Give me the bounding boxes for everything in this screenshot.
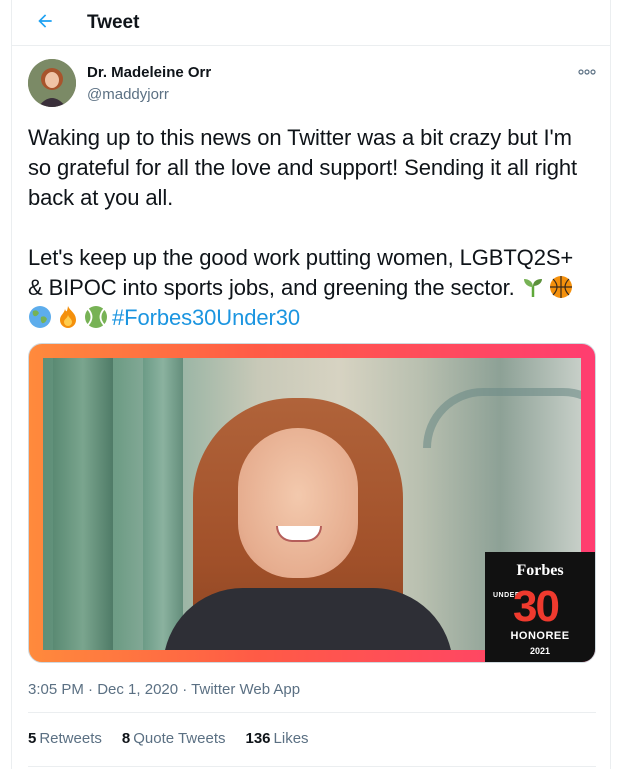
tweet-column: Tweet Dr. Madeleine Orr @maddyjorr Wakin… [11,0,611,769]
retweets-count: 5 [28,730,37,747]
tweet-paragraph-2: Let's keep up the good work putting wome… [28,243,598,333]
globe-emoji [28,305,52,329]
back-button[interactable] [30,8,60,38]
likes-label: Likes [273,730,309,747]
tweet-source[interactable]: Twitter Web App [191,681,300,698]
more-options-button[interactable] [572,62,602,82]
avatar[interactable] [28,59,76,107]
likes-stat[interactable]: 136 Likes [246,730,309,747]
tweet-date[interactable]: Dec 1, 2020 [97,681,178,698]
tweet-stats: 5 Retweets 8 Quote Tweets 136 Likes [28,730,309,747]
badge-honoree: HONOREE [510,630,570,642]
forbes-30-under-30-badge: Forbes UNDER 30 HONOREE 2021 [485,552,595,662]
quote-tweets-label: Quote Tweets [133,730,226,747]
likes-count: 136 [245,730,271,747]
badge-brand: Forbes [516,562,564,579]
seedling-emoji [521,275,545,299]
page-title: Tweet [87,12,140,33]
badge-year: 2021 [529,646,551,656]
meta-separator: · [178,681,192,698]
tweet-metadata: 3:05 PM · Dec 1, 2020 · Twitter Web App [28,681,300,698]
tweet-time[interactable]: 3:05 PM [28,681,84,698]
tweet-paragraph-2-line-1: Let's keep up the good work putting wome… [28,245,574,270]
divider [28,766,596,767]
retweets-stat[interactable]: 5 Retweets [28,730,102,747]
author-handle[interactable]: @maddyjorr [87,86,169,103]
meta-separator: · [83,681,98,698]
author-name[interactable]: Dr. Madeleine Orr [87,64,211,81]
tennis-ball-emoji [84,305,108,329]
divider [28,712,596,713]
tweet-paragraph-1: Waking up to this news on Twitter was a … [28,125,584,210]
quote-tweets-count: 8 [121,730,131,747]
hashtag-link[interactable]: #Forbes30Under30 [112,305,300,330]
basketball-emoji [549,275,573,299]
arrow-left-icon [35,11,55,36]
tweet-text: Waking up to this news on Twitter was a … [28,123,598,333]
tweet-paragraph-2-line-2: & BIPOC into sports jobs, and greening t… [28,275,521,300]
badge-number: 30 [513,582,560,631]
tweet-media-image[interactable]: Forbes UNDER 30 HONOREE 2021 [28,343,596,663]
fire-emoji [56,305,80,329]
more-horizontal-icon [578,63,596,81]
header: Tweet [12,0,610,46]
quote-tweets-stat[interactable]: 8 Quote Tweets [122,730,226,747]
retweets-label: Retweets [39,730,102,747]
